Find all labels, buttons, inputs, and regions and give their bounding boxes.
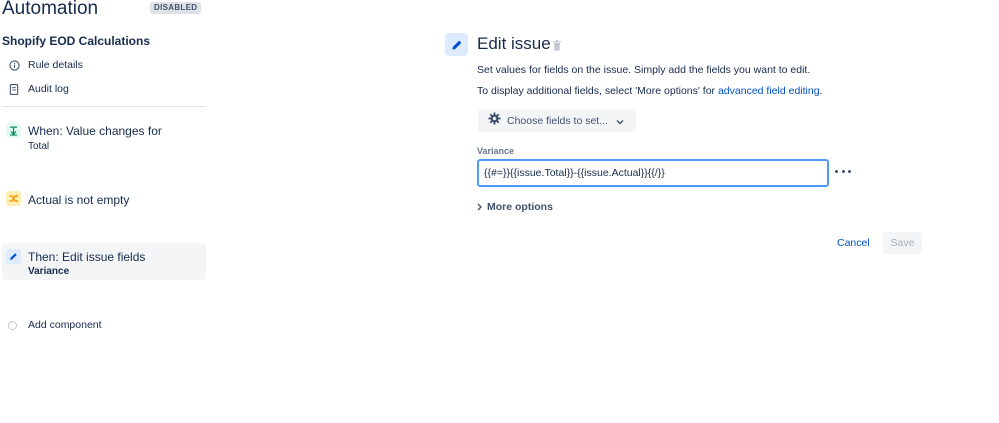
add-component-label: Add component: [28, 319, 102, 331]
component-title: Then: Edit issue fields: [28, 250, 146, 264]
choose-fields-button[interactable]: Choose fields to set...: [478, 109, 636, 132]
component-subtitle: Variance: [28, 266, 70, 277]
trigger-icon: [6, 123, 21, 138]
more-options-label: More options: [487, 201, 553, 213]
field-more-actions-icon[interactable]: [835, 165, 851, 177]
shuffle-icon: [6, 191, 21, 206]
status-badge: DISABLED: [150, 2, 202, 14]
cancel-button[interactable]: Cancel: [829, 232, 878, 254]
chevron-right-icon: [477, 198, 482, 216]
sidebar-item-label: Audit log: [28, 83, 69, 95]
hint-suffix: .: [819, 85, 823, 97]
more-options-toggle[interactable]: More options: [477, 200, 553, 214]
component-trigger[interactable]: When: Value changes for Total: [2, 118, 206, 158]
sidebar-item-rule-details[interactable]: Rule details: [8, 57, 83, 73]
add-circle-icon: [8, 320, 17, 330]
add-component-button[interactable]: Add component: [8, 318, 102, 332]
gear-icon: [488, 111, 501, 130]
choose-fields-label: Choose fields to set...: [507, 114, 608, 127]
info-icon: [8, 59, 20, 71]
component-title: Actual is not empty: [28, 193, 130, 207]
document-icon: [8, 83, 20, 95]
panel-title: Edit issue: [477, 34, 551, 53]
rule-name: Shopify EOD Calculations: [2, 34, 151, 48]
sidebar-divider: [2, 106, 206, 107]
pencil-icon: [445, 33, 468, 56]
chevron-down-icon: [616, 112, 624, 130]
component-action[interactable]: Then: Edit issue fields Variance: [2, 243, 206, 280]
app-title: Automation: [2, 0, 99, 19]
hint-text: To display additional fields, select 'Mo…: [477, 85, 718, 97]
component-title: When: Value changes for: [28, 124, 162, 138]
advanced-field-editing-link[interactable]: advanced field editing: [718, 85, 820, 97]
sidebar-item-label: Rule details: [28, 59, 83, 71]
save-button[interactable]: Save: [883, 232, 922, 254]
variance-input[interactable]: [477, 159, 829, 187]
trash-icon[interactable]: [552, 40, 562, 51]
field-label-variance: Variance: [477, 146, 515, 156]
component-condition[interactable]: Actual is not empty: [2, 186, 206, 214]
sidebar-item-audit-log[interactable]: Audit log: [8, 81, 69, 97]
panel-description: Set values for fields on the issue. Simp…: [477, 64, 811, 76]
component-subtitle: Total: [28, 141, 50, 152]
panel-hint: To display additional fields, select 'Mo…: [477, 85, 822, 97]
pencil-icon: [6, 249, 21, 264]
